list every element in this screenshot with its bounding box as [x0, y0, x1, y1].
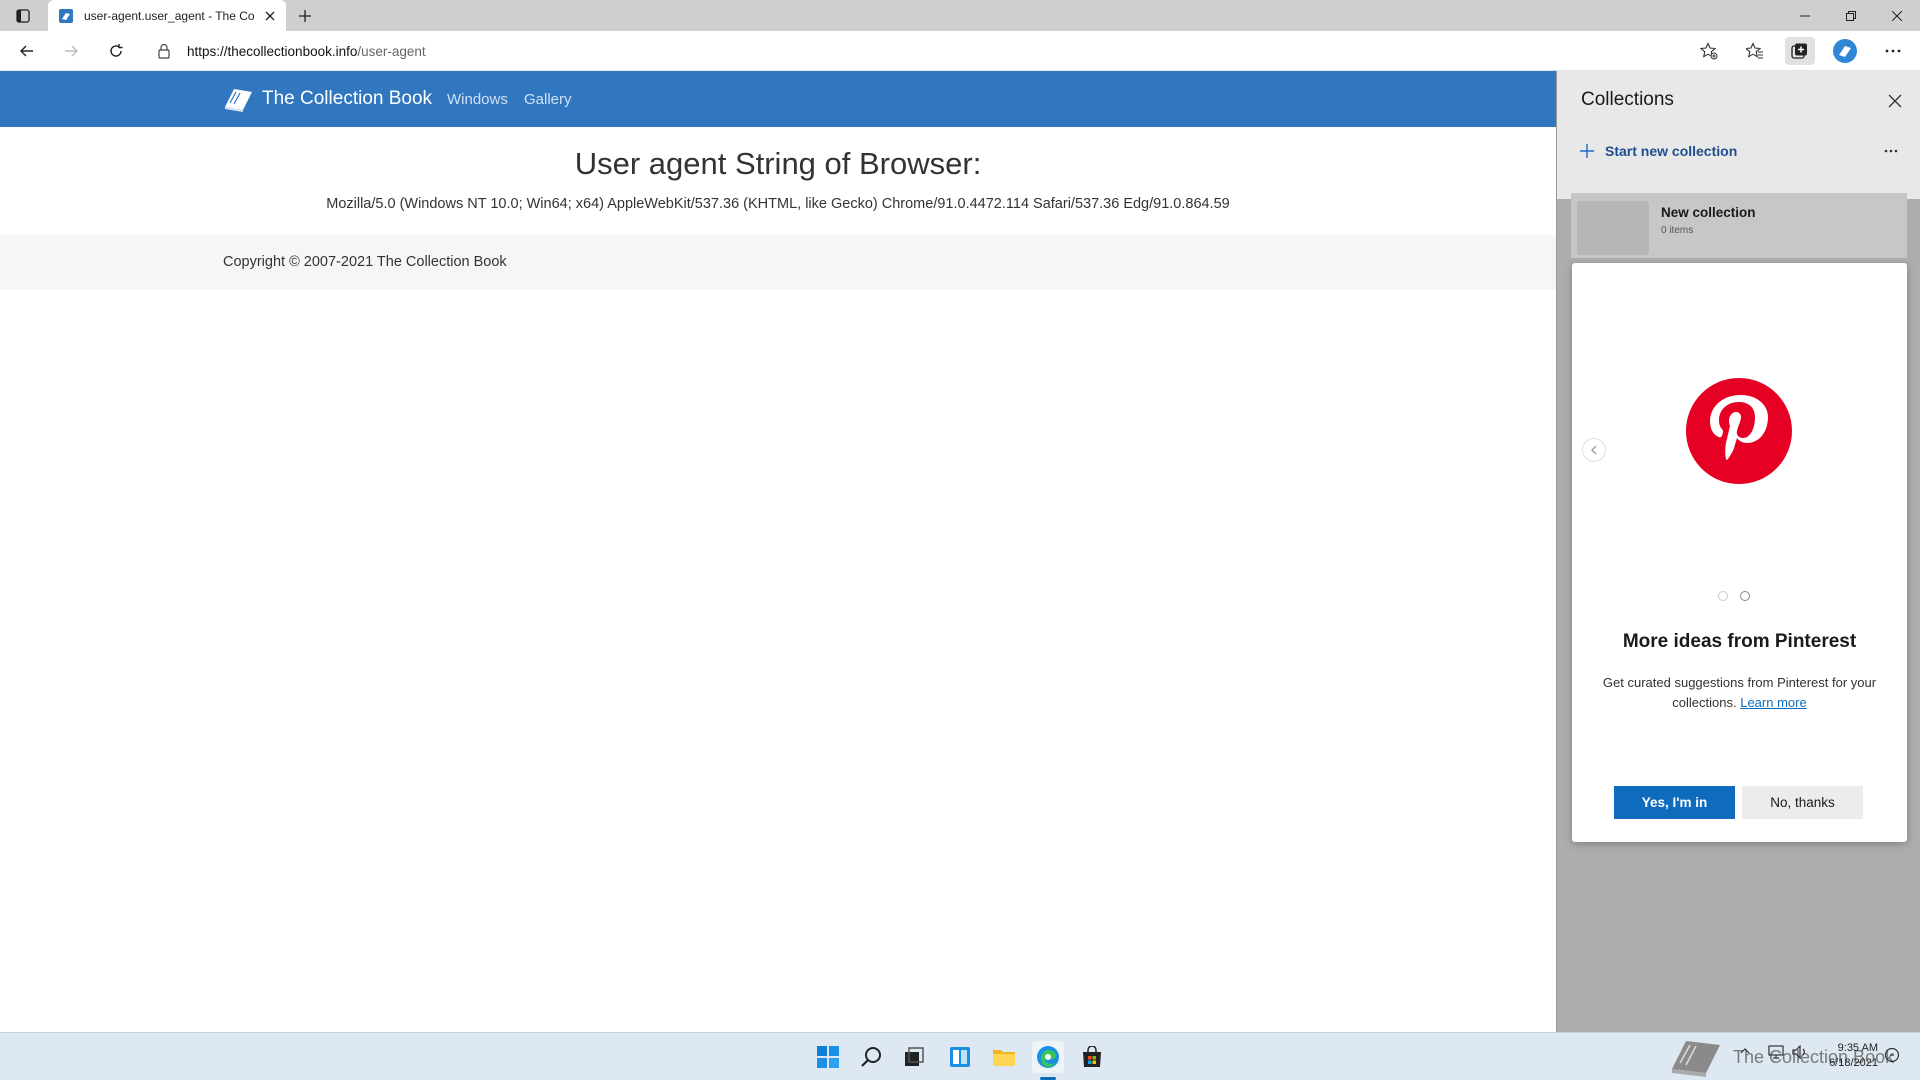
new-tab-button[interactable]	[294, 5, 316, 27]
promo-body: Get curated suggestions from Pinterest f…	[1600, 673, 1879, 713]
yes-im-in-button[interactable]: Yes, I'm in	[1614, 786, 1735, 819]
volume-icon[interactable]	[1792, 1045, 1808, 1059]
profile-avatar[interactable]	[1830, 37, 1860, 65]
carousel-prev-button[interactable]	[1582, 438, 1606, 462]
network-icon[interactable]	[1768, 1045, 1784, 1059]
clock-date[interactable]: 6/18/2021	[1823, 1057, 1878, 1069]
address-bar[interactable]: https://thecollectionbook.info/user-agen…	[145, 35, 1725, 67]
pinterest-promo-dialog: More ideas from Pinterest Get curated su…	[1572, 263, 1907, 842]
file-explorer-icon[interactable]	[988, 1041, 1020, 1073]
copyright-text: Copyright © 2007-2021 The Collection Boo…	[223, 254, 507, 270]
carousel-dot-2[interactable]	[1740, 591, 1750, 601]
tab-strip: user-agent.user_agent - The Collection B…	[0, 0, 1920, 31]
collection-item-count: 0 items	[1661, 225, 1694, 236]
learn-more-link[interactable]: Learn more	[1740, 695, 1806, 710]
chevron-left-icon	[1591, 445, 1597, 455]
search-icon[interactable]	[856, 1041, 888, 1073]
widgets-icon[interactable]	[944, 1041, 976, 1073]
favorites-icon[interactable]	[1740, 37, 1770, 65]
chevron-up-icon[interactable]	[1740, 1047, 1750, 1055]
taskbar: The Collection Book 9:35 AM 6/18/2021	[0, 1032, 1920, 1080]
carousel-dot-1[interactable]	[1718, 591, 1728, 601]
no-thanks-button[interactable]: No, thanks	[1742, 786, 1863, 819]
close-tab-icon[interactable]	[262, 8, 278, 24]
tab-title: user-agent.user_agent - The Collection B…	[84, 9, 254, 23]
nav-link-gallery[interactable]: Gallery	[524, 91, 572, 108]
lock-icon[interactable]	[157, 43, 171, 59]
add-favorite-icon[interactable]	[1694, 37, 1724, 65]
back-button[interactable]	[12, 37, 42, 65]
site-navbar: The Collection Book Windows Gallery	[0, 71, 1556, 127]
edge-browser-icon[interactable]	[1032, 1041, 1064, 1073]
url-host: https://thecollectionbook.info	[187, 44, 358, 59]
site-brand[interactable]: The Collection Book	[222, 84, 432, 114]
tab-actions-icon[interactable]	[10, 5, 36, 27]
refresh-button[interactable]	[101, 37, 131, 65]
url-path: /user-agent	[357, 44, 426, 59]
book-logo-icon	[225, 89, 252, 112]
more-options-icon[interactable]	[1877, 139, 1905, 163]
collections-title: Collections	[1581, 89, 1674, 110]
pinterest-logo-icon	[1686, 378, 1792, 484]
collection-thumbnail	[1577, 201, 1649, 255]
collection-item[interactable]: New collection 0 items	[1571, 193, 1907, 258]
browser-tab[interactable]: user-agent.user_agent - The Collection B…	[48, 0, 286, 31]
site-footer: Copyright © 2007-2021 The Collection Boo…	[0, 235, 1556, 290]
start-menu-icon[interactable]	[812, 1041, 844, 1073]
promo-title: More ideas from Pinterest	[1622, 631, 1857, 652]
task-view-icon[interactable]	[898, 1041, 930, 1073]
notifications-icon[interactable]	[1884, 1047, 1900, 1063]
collections-pane: Collections Start new collection New col…	[1556, 71, 1920, 1032]
plus-icon	[1580, 144, 1594, 158]
start-new-collection-button[interactable]: Start new collection	[1579, 139, 1737, 163]
restore-button[interactable]	[1828, 0, 1874, 31]
clock-time[interactable]: 9:35 AM	[1823, 1042, 1878, 1054]
minimize-button[interactable]	[1782, 0, 1828, 31]
watermark-book-icon	[1672, 1041, 1720, 1077]
address-toolbar: https://thecollectionbook.info/user-agen…	[0, 31, 1920, 71]
forward-button[interactable]	[56, 37, 86, 65]
url-text: https://thecollectionbook.info/user-agen…	[187, 44, 426, 59]
settings-more-icon[interactable]	[1878, 37, 1908, 65]
site-favicon-icon	[58, 8, 74, 24]
close-window-button[interactable]	[1874, 0, 1920, 31]
site-brand-name: The Collection Book	[262, 88, 433, 109]
collection-name: New collection	[1661, 205, 1756, 220]
user-agent-string: Mozilla/5.0 (Windows NT 10.0; Win64; x64…	[326, 196, 1230, 212]
start-new-collection-label: Start new collection	[1605, 143, 1738, 159]
page-title: User agent String of Browser:	[574, 146, 982, 181]
nav-link-windows[interactable]: Windows	[447, 91, 508, 108]
store-icon[interactable]	[1076, 1041, 1108, 1073]
collections-icon[interactable]	[1785, 37, 1815, 65]
close-pane-icon[interactable]	[1881, 87, 1909, 115]
